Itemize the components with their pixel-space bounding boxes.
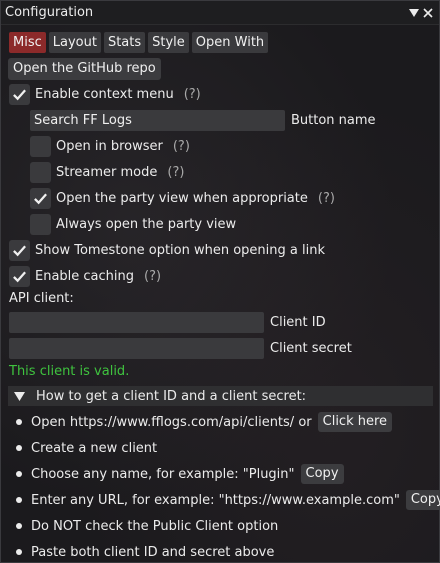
step-text: Paste both client ID and secret above <box>31 544 275 560</box>
open-github-button[interactable]: Open the GitHub repo <box>8 58 161 80</box>
enable-caching-label: Enable caching <box>35 269 135 284</box>
streamer-mode-checkbox[interactable] <box>30 162 51 183</box>
tab-style[interactable]: Style <box>148 32 189 53</box>
window-title: Configuration <box>5 5 94 20</box>
client-secret-row: Client secret <box>9 338 352 359</box>
list-item: Do NOT check the Public Client option <box>16 515 278 537</box>
button-name-label: Button name <box>291 113 376 128</box>
list-item: Open https://www.fflogs.com/api/clients/… <box>16 411 393 433</box>
api-client-label: API client: <box>9 291 74 306</box>
streamer-mode-row: Streamer mode (?) <box>30 162 184 183</box>
enable-context-menu-row: Enable context menu (?) <box>9 84 201 105</box>
step-text: Open https://www.fflogs.com/api/clients/… <box>31 414 312 430</box>
step-text: Choose any name, for example: "Plugin" <box>31 466 295 482</box>
bullet-icon <box>16 549 22 555</box>
open-in-browser-checkbox[interactable] <box>30 136 51 157</box>
open-in-browser-label: Open in browser <box>56 139 163 154</box>
always-party-view-row: Always open the party view <box>30 214 236 235</box>
collapse-icon[interactable] <box>407 8 421 17</box>
client-status-text: This client is valid. <box>9 364 130 379</box>
click-here-button[interactable]: Click here <box>317 412 393 432</box>
expanded-arrow-icon <box>14 391 30 401</box>
button-name-input[interactable]: Search FF Logs <box>30 110 285 131</box>
title-bar: Configuration <box>1 1 439 25</box>
list-item: Create a new client <box>16 437 157 459</box>
close-icon[interactable] <box>421 7 435 18</box>
show-tomestone-label: Show Tomestone option when opening a lin… <box>35 243 325 258</box>
open-party-view-checkbox[interactable] <box>30 188 51 209</box>
step-text: Enter any URL, for example: "https://www… <box>31 492 400 508</box>
open-party-view-row: Open the party view when appropriate (?) <box>30 188 335 209</box>
list-item: Choose any name, for example: "Plugin" C… <box>16 463 344 485</box>
copy-url-button[interactable]: Copy <box>405 490 440 510</box>
bullet-icon <box>16 419 22 425</box>
bullet-icon <box>16 497 22 503</box>
list-item: Enter any URL, for example: "https://www… <box>16 489 440 511</box>
streamer-mode-label: Streamer mode <box>56 165 158 180</box>
open-party-view-label: Open the party view when appropriate <box>56 191 308 206</box>
bullet-icon <box>16 445 22 451</box>
howto-header-label: How to get a client ID and a client secr… <box>36 388 307 404</box>
help-marker[interactable]: (?) <box>167 165 184 180</box>
show-tomestone-row: Show Tomestone option when opening a lin… <box>9 240 325 261</box>
client-id-input[interactable] <box>9 312 264 333</box>
tab-bar: Misc Layout Stats Style Open With <box>9 32 269 53</box>
help-marker[interactable]: (?) <box>173 139 190 154</box>
always-party-view-label: Always open the party view <box>56 217 237 232</box>
client-secret-label: Client secret <box>270 341 352 356</box>
bullet-icon <box>16 523 22 529</box>
list-item: Paste both client ID and secret above <box>16 541 274 563</box>
enable-context-menu-label: Enable context menu <box>35 87 174 102</box>
enable-caching-row: Enable caching (?) <box>9 266 161 287</box>
help-marker[interactable]: (?) <box>318 191 335 206</box>
client-secret-input[interactable] <box>9 338 264 359</box>
copy-name-button[interactable]: Copy <box>300 464 344 484</box>
tab-stats[interactable]: Stats <box>103 32 146 53</box>
tab-open-with[interactable]: Open With <box>191 32 269 53</box>
step-text: Create a new client <box>31 440 158 456</box>
help-marker[interactable]: (?) <box>184 87 201 102</box>
step-text: Do NOT check the Public Client option <box>31 518 279 534</box>
open-in-browser-row: Open in browser (?) <box>30 136 190 157</box>
tab-layout[interactable]: Layout <box>48 32 101 53</box>
tab-misc[interactable]: Misc <box>9 32 46 53</box>
bullet-icon <box>16 471 22 477</box>
show-tomestone-checkbox[interactable] <box>9 240 30 261</box>
enable-caching-checkbox[interactable] <box>9 266 30 287</box>
button-name-row: Search FF Logs Button name <box>30 110 376 131</box>
client-id-row: Client ID <box>9 312 326 333</box>
enable-context-menu-checkbox[interactable] <box>9 84 30 105</box>
client-id-label: Client ID <box>270 315 326 330</box>
howto-collapsing-header[interactable]: How to get a client ID and a client secr… <box>8 386 433 406</box>
always-party-view-checkbox[interactable] <box>30 214 51 235</box>
help-marker[interactable]: (?) <box>144 269 161 284</box>
configuration-window: Configuration Misc Layout Stats Style Op… <box>0 0 440 563</box>
